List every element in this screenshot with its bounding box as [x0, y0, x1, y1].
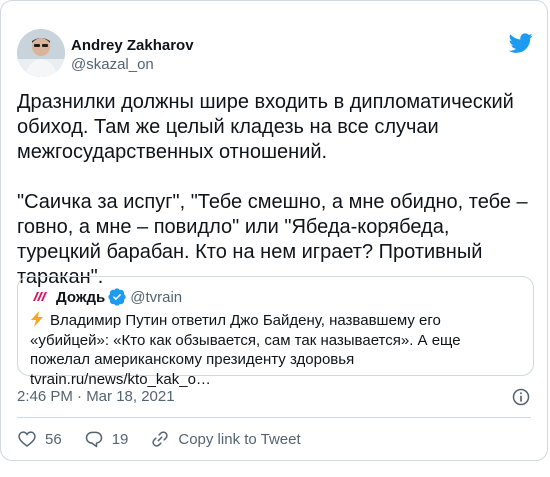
- reply-icon: [85, 431, 102, 448]
- twitter-bird-icon[interactable]: [509, 31, 533, 55]
- tweet-header: Andrey Zakharov @skazal_on: [17, 29, 533, 77]
- reply-count: 19: [111, 430, 129, 448]
- quoted-tweet-text: Владимир Путин ответил Джо Байдену, назв…: [30, 311, 522, 389]
- reply-button[interactable]: 19: [84, 429, 129, 449]
- tweet-card: Andrey Zakharov @skazal_on Дразнилки дол…: [0, 0, 548, 461]
- author-names: Andrey Zakharov @skazal_on: [71, 37, 194, 75]
- author-display-name[interactable]: Andrey Zakharov: [71, 37, 194, 55]
- tweet-text: Дразнилки должны шире входить в дипломат…: [17, 91, 528, 288]
- like-button[interactable]: 56: [17, 429, 62, 449]
- like-count: 56: [45, 430, 62, 448]
- copy-link-button[interactable]: Copy link to Tweet: [150, 429, 301, 449]
- avatar[interactable]: [17, 29, 65, 77]
- divider: [17, 417, 531, 418]
- lightning-icon: [30, 311, 44, 327]
- quoted-text-body: Владимир Путин ответил Джо Байдену, назв…: [30, 312, 461, 388]
- quoted-tweet-header: Дождь @tvrain: [30, 287, 182, 307]
- author-handle[interactable]: @skazal_on: [71, 55, 194, 75]
- tvrain-logo-icon: [30, 287, 50, 307]
- action-bar: 56 19 Copy link to Tweet: [17, 427, 323, 451]
- heart-icon: [18, 431, 36, 448]
- quoted-handle: @tvrain: [130, 288, 183, 306]
- quoted-tweet[interactable]: Дождь @tvrain Владимир Путин ответил Джо…: [17, 276, 534, 388]
- verified-badge-icon: [108, 288, 126, 306]
- copy-link-label: Copy link to Tweet: [178, 430, 301, 448]
- link-icon: [152, 431, 169, 447]
- tweet-timestamp[interactable]: 2:46 PM · Mar 18, 2021: [17, 387, 175, 407]
- info-icon[interactable]: [511, 387, 531, 407]
- quoted-display-name: Дождь: [56, 288, 106, 306]
